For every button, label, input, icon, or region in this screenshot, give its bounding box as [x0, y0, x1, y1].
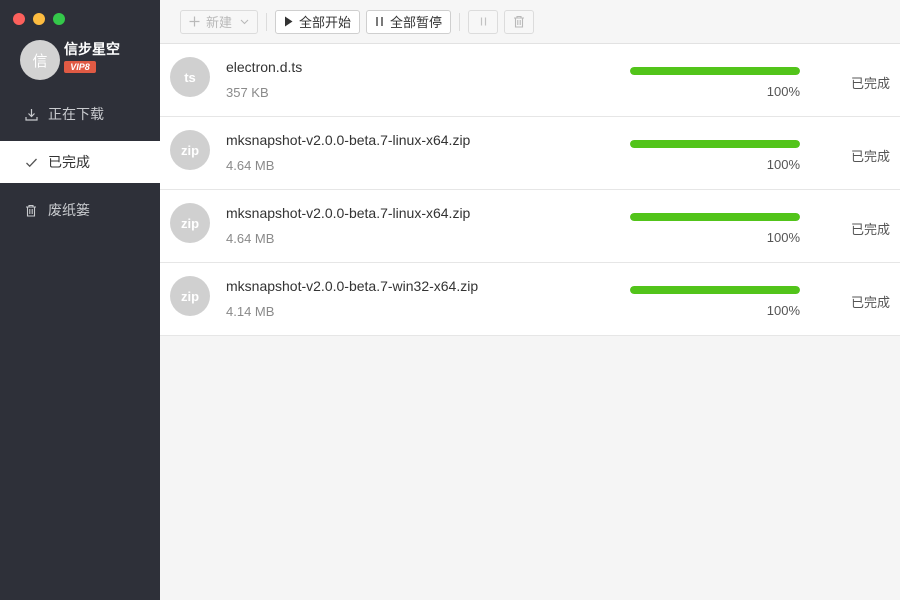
vip-badge: VIP8: [64, 61, 96, 73]
list-item[interactable]: zip mksnapshot-v2.0.0-beta.7-linux-x64.z…: [160, 117, 900, 190]
progress-bar-fill: [630, 140, 800, 148]
progress-bar-fill: [630, 213, 800, 221]
sidebar-item-downloading[interactable]: 正在下载: [0, 93, 160, 135]
file-type-icon: zip: [170, 276, 210, 316]
user-profile[interactable]: 信 信步星空 VIP8: [20, 40, 120, 80]
delete-button[interactable]: [504, 9, 535, 34]
progress-bar-fill: [630, 286, 800, 294]
download-list: ts electron.d.ts 357 KB 100% 已完成 zip mks…: [160, 44, 900, 336]
status-text: 已完成: [850, 76, 890, 91]
close-window-button[interactable]: [13, 13, 25, 25]
file-name: electron.d.ts: [226, 59, 303, 75]
toolbar-divider: [459, 12, 461, 31]
file-type-icon: zip: [170, 130, 210, 170]
trash-icon: [513, 15, 525, 28]
sidebar-item-label: 废纸篓: [48, 202, 90, 218]
pause-icon: [479, 16, 488, 27]
progress-bar: [630, 140, 800, 148]
avatar[interactable]: 信: [20, 40, 60, 80]
pause-selected-button[interactable]: [468, 9, 499, 34]
sidebar: 信 信步星空 VIP8 正在下载 已完成 废纸篓: [0, 0, 160, 600]
new-button[interactable]: 新建: [180, 9, 259, 34]
status-text: 已完成: [850, 149, 890, 164]
list-item[interactable]: ts electron.d.ts 357 KB 100% 已完成: [160, 44, 900, 117]
sidebar-item-label: 已完成: [48, 154, 90, 170]
toolbar-divider: [266, 12, 268, 31]
maximize-window-button[interactable]: [53, 13, 65, 25]
start-all-label: 全部开始: [299, 15, 352, 30]
file-size: 4.64 MB: [226, 231, 275, 246]
file-name: mksnapshot-v2.0.0-beta.7-linux-x64.zip: [226, 132, 471, 148]
progress-percent: 100%: [766, 157, 800, 172]
file-type-icon: zip: [170, 203, 210, 243]
progress-percent: 100%: [766, 230, 800, 245]
sidebar-item-trash[interactable]: 废纸篓: [0, 189, 160, 231]
window-controls: [13, 13, 65, 25]
play-icon: [284, 16, 293, 27]
trash-icon: [24, 203, 38, 217]
plus-icon: [189, 16, 200, 27]
file-type-icon: ts: [170, 57, 210, 97]
progress-percent: 100%: [766, 303, 800, 318]
new-button-label: 新建: [206, 15, 233, 30]
file-name: mksnapshot-v2.0.0-beta.7-win32-x64.zip: [226, 278, 479, 294]
status-text: 已完成: [850, 222, 890, 237]
pause-icon: [375, 16, 384, 27]
chevron-down-icon: [240, 19, 249, 25]
file-size: 4.64 MB: [226, 158, 275, 173]
progress-bar-fill: [630, 67, 800, 75]
username: 信步星空: [64, 41, 120, 57]
pause-all-button[interactable]: 全部暂停: [366, 9, 452, 34]
toolbar: 新建 全部开始 全部暂停: [160, 0, 900, 44]
pause-all-label: 全部暂停: [390, 15, 443, 30]
start-all-button[interactable]: 全部开始: [275, 9, 361, 34]
minimize-window-button[interactable]: [33, 13, 45, 25]
sidebar-item-completed[interactable]: 已完成: [0, 141, 160, 183]
file-size: 4.14 MB: [226, 304, 275, 319]
sidebar-item-label: 正在下载: [48, 106, 104, 122]
progress-bar: [630, 213, 800, 221]
progress-percent: 100%: [766, 84, 800, 99]
progress-bar: [630, 286, 800, 294]
download-icon: [24, 107, 38, 121]
progress-bar: [630, 67, 800, 75]
file-size: 357 KB: [226, 85, 269, 100]
check-icon: [24, 155, 38, 169]
file-name: mksnapshot-v2.0.0-beta.7-linux-x64.zip: [226, 205, 471, 221]
list-item[interactable]: zip mksnapshot-v2.0.0-beta.7-linux-x64.z…: [160, 190, 900, 263]
status-text: 已完成: [850, 295, 890, 310]
sidebar-nav: 正在下载 已完成 废纸篓: [0, 93, 160, 237]
list-item[interactable]: zip mksnapshot-v2.0.0-beta.7-win32-x64.z…: [160, 263, 900, 336]
